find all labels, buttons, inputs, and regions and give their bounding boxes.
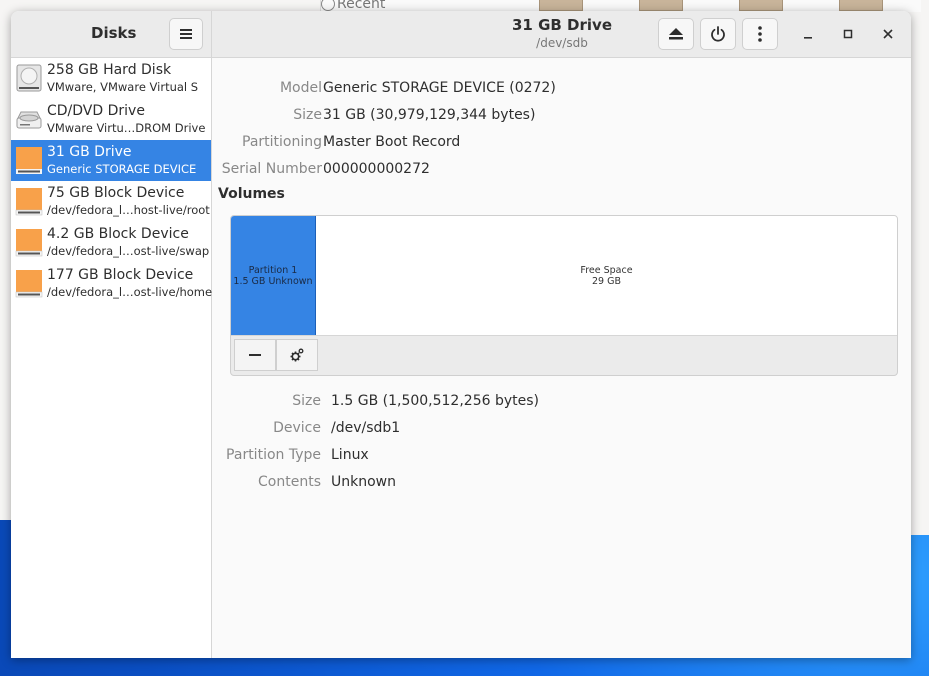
drive-name: CD/DVD Drive [47, 103, 145, 119]
device-value: /dev/sdb1 [331, 420, 401, 436]
maximize-button[interactable] [838, 24, 858, 44]
drive-description: /dev/fedora_l…host-live/root [47, 203, 210, 217]
header-title: 31 GB Drive [511, 16, 612, 34]
drive-item-75gb-block-device[interactable]: 75 GB Block Device /dev/fedora_l…host-li… [11, 181, 211, 222]
block-device-icon [15, 270, 43, 298]
drive-name: 177 GB Block Device [47, 267, 194, 283]
minimize-button[interactable] [798, 24, 818, 44]
background-window-edge [911, 0, 929, 535]
maximize-icon [843, 29, 853, 39]
close-button[interactable] [878, 24, 898, 44]
power-off-button[interactable] [700, 18, 736, 50]
partition-detail: 1.5 GB Unknown [233, 275, 313, 287]
serial-number-value: 000000000272 [323, 161, 430, 177]
volumes-panel: Partition 1 1.5 GB Unknown Free Space 29… [230, 215, 898, 376]
drive-description: Generic STORAGE DEVICE [47, 162, 197, 176]
size-label: Size [293, 107, 322, 123]
sidebar-header: Disks [11, 11, 212, 58]
model-value: Generic STORAGE DEVICE (0272) [323, 80, 556, 96]
folder-icon [739, 0, 783, 11]
contents-value: Unknown [331, 474, 396, 490]
drive-description: VMware Virtu…DROM Drive [47, 121, 206, 135]
drive-item-258gb-hard-disk[interactable]: 258 GB Hard Disk VMware, VMware Virtual … [11, 58, 211, 99]
model-label: Model [279, 80, 322, 96]
drive-name: 31 GB Drive [47, 144, 132, 160]
hard-disk-icon [16, 64, 42, 92]
power-icon [711, 26, 725, 42]
drive-name: 4.2 GB Block Device [47, 226, 189, 242]
folder-icon [639, 0, 683, 11]
partition-1-block[interactable]: Partition 1 1.5 GB Unknown [231, 216, 316, 335]
header-title-block: 31 GB Drive /dev/sdb [492, 16, 632, 50]
volume-map: Partition 1 1.5 GB Unknown Free Space 29… [231, 216, 897, 336]
drive-name: 75 GB Block Device [47, 185, 185, 201]
partitioning-label: Partitioning [242, 134, 322, 150]
size-value: 31 GB (30,979,129,344 bytes) [323, 107, 536, 123]
remove-partition-button[interactable] [234, 339, 276, 371]
close-icon [883, 29, 893, 39]
drive-description: /dev/fedora_l…ost-live/home [47, 285, 213, 299]
partition-type-value: Linux [331, 447, 369, 463]
app-title: Disks [91, 24, 137, 42]
clock-icon [321, 0, 335, 11]
disks-window: Disks 31 GB Drive /dev/sdb 258 GB Hard D… [11, 11, 911, 658]
drive-description: VMware, VMware Virtual S [47, 80, 199, 94]
volumes-heading: Volumes [218, 186, 285, 202]
usb-drive-icon [16, 147, 42, 174]
drive-item-177gb-block-device[interactable]: 177 GB Block Device /dev/fedora_l…ost-li… [11, 263, 213, 304]
header-subtitle: /dev/sdb [536, 36, 588, 50]
eject-button[interactable] [658, 18, 694, 50]
partitioning-value: Master Boot Record [323, 134, 461, 150]
optical-drive-icon [16, 111, 42, 129]
device-label: Device [273, 420, 321, 436]
serial-number-label: Serial Number [221, 161, 322, 177]
partition-name: Partition 1 [248, 264, 298, 276]
volume-size-value: 1.5 GB (1,500,512,256 bytes) [331, 393, 539, 409]
more-vertical-icon [758, 26, 762, 42]
folder-icon [839, 0, 883, 11]
folder-icon [539, 0, 583, 11]
drive-description: /dev/fedora_l…ost-live/swap [47, 244, 210, 258]
volume-size-label: Size [292, 393, 321, 409]
main-menu-button[interactable] [169, 18, 203, 50]
hamburger-icon [180, 29, 192, 39]
partition-type-label: Partition Type [226, 447, 321, 463]
block-device-icon [15, 229, 43, 257]
drive-details: Model Generic STORAGE DEVICE (0272) Size… [212, 58, 911, 658]
partition-options-button[interactable] [276, 339, 318, 371]
block-device-icon [15, 188, 43, 216]
drive-list: 258 GB Hard Disk VMware, VMware Virtual … [11, 58, 212, 658]
drive-item-cd-dvd-drive[interactable]: CD/DVD Drive VMware Virtu…DROM Drive [11, 99, 211, 140]
minimize-icon [804, 37, 812, 39]
drive-item-31gb-drive[interactable]: 31 GB Drive Generic STORAGE DEVICE [11, 140, 211, 181]
free-space-detail: 29 GB [592, 275, 621, 287]
drive-item-4-2gb-block-device[interactable]: 4.2 GB Block Device /dev/fedora_l…ost-li… [11, 222, 211, 263]
free-space-name: Free Space [580, 264, 633, 276]
gears-icon [290, 348, 304, 362]
drive-options-button[interactable] [742, 18, 778, 50]
eject-icon [669, 28, 683, 40]
drive-name: 258 GB Hard Disk [47, 62, 172, 78]
header-bar: 31 GB Drive /dev/sdb [212, 11, 911, 58]
free-space-block[interactable]: Free Space 29 GB [316, 216, 897, 335]
contents-label: Contents [258, 474, 321, 490]
minus-icon [249, 354, 261, 356]
